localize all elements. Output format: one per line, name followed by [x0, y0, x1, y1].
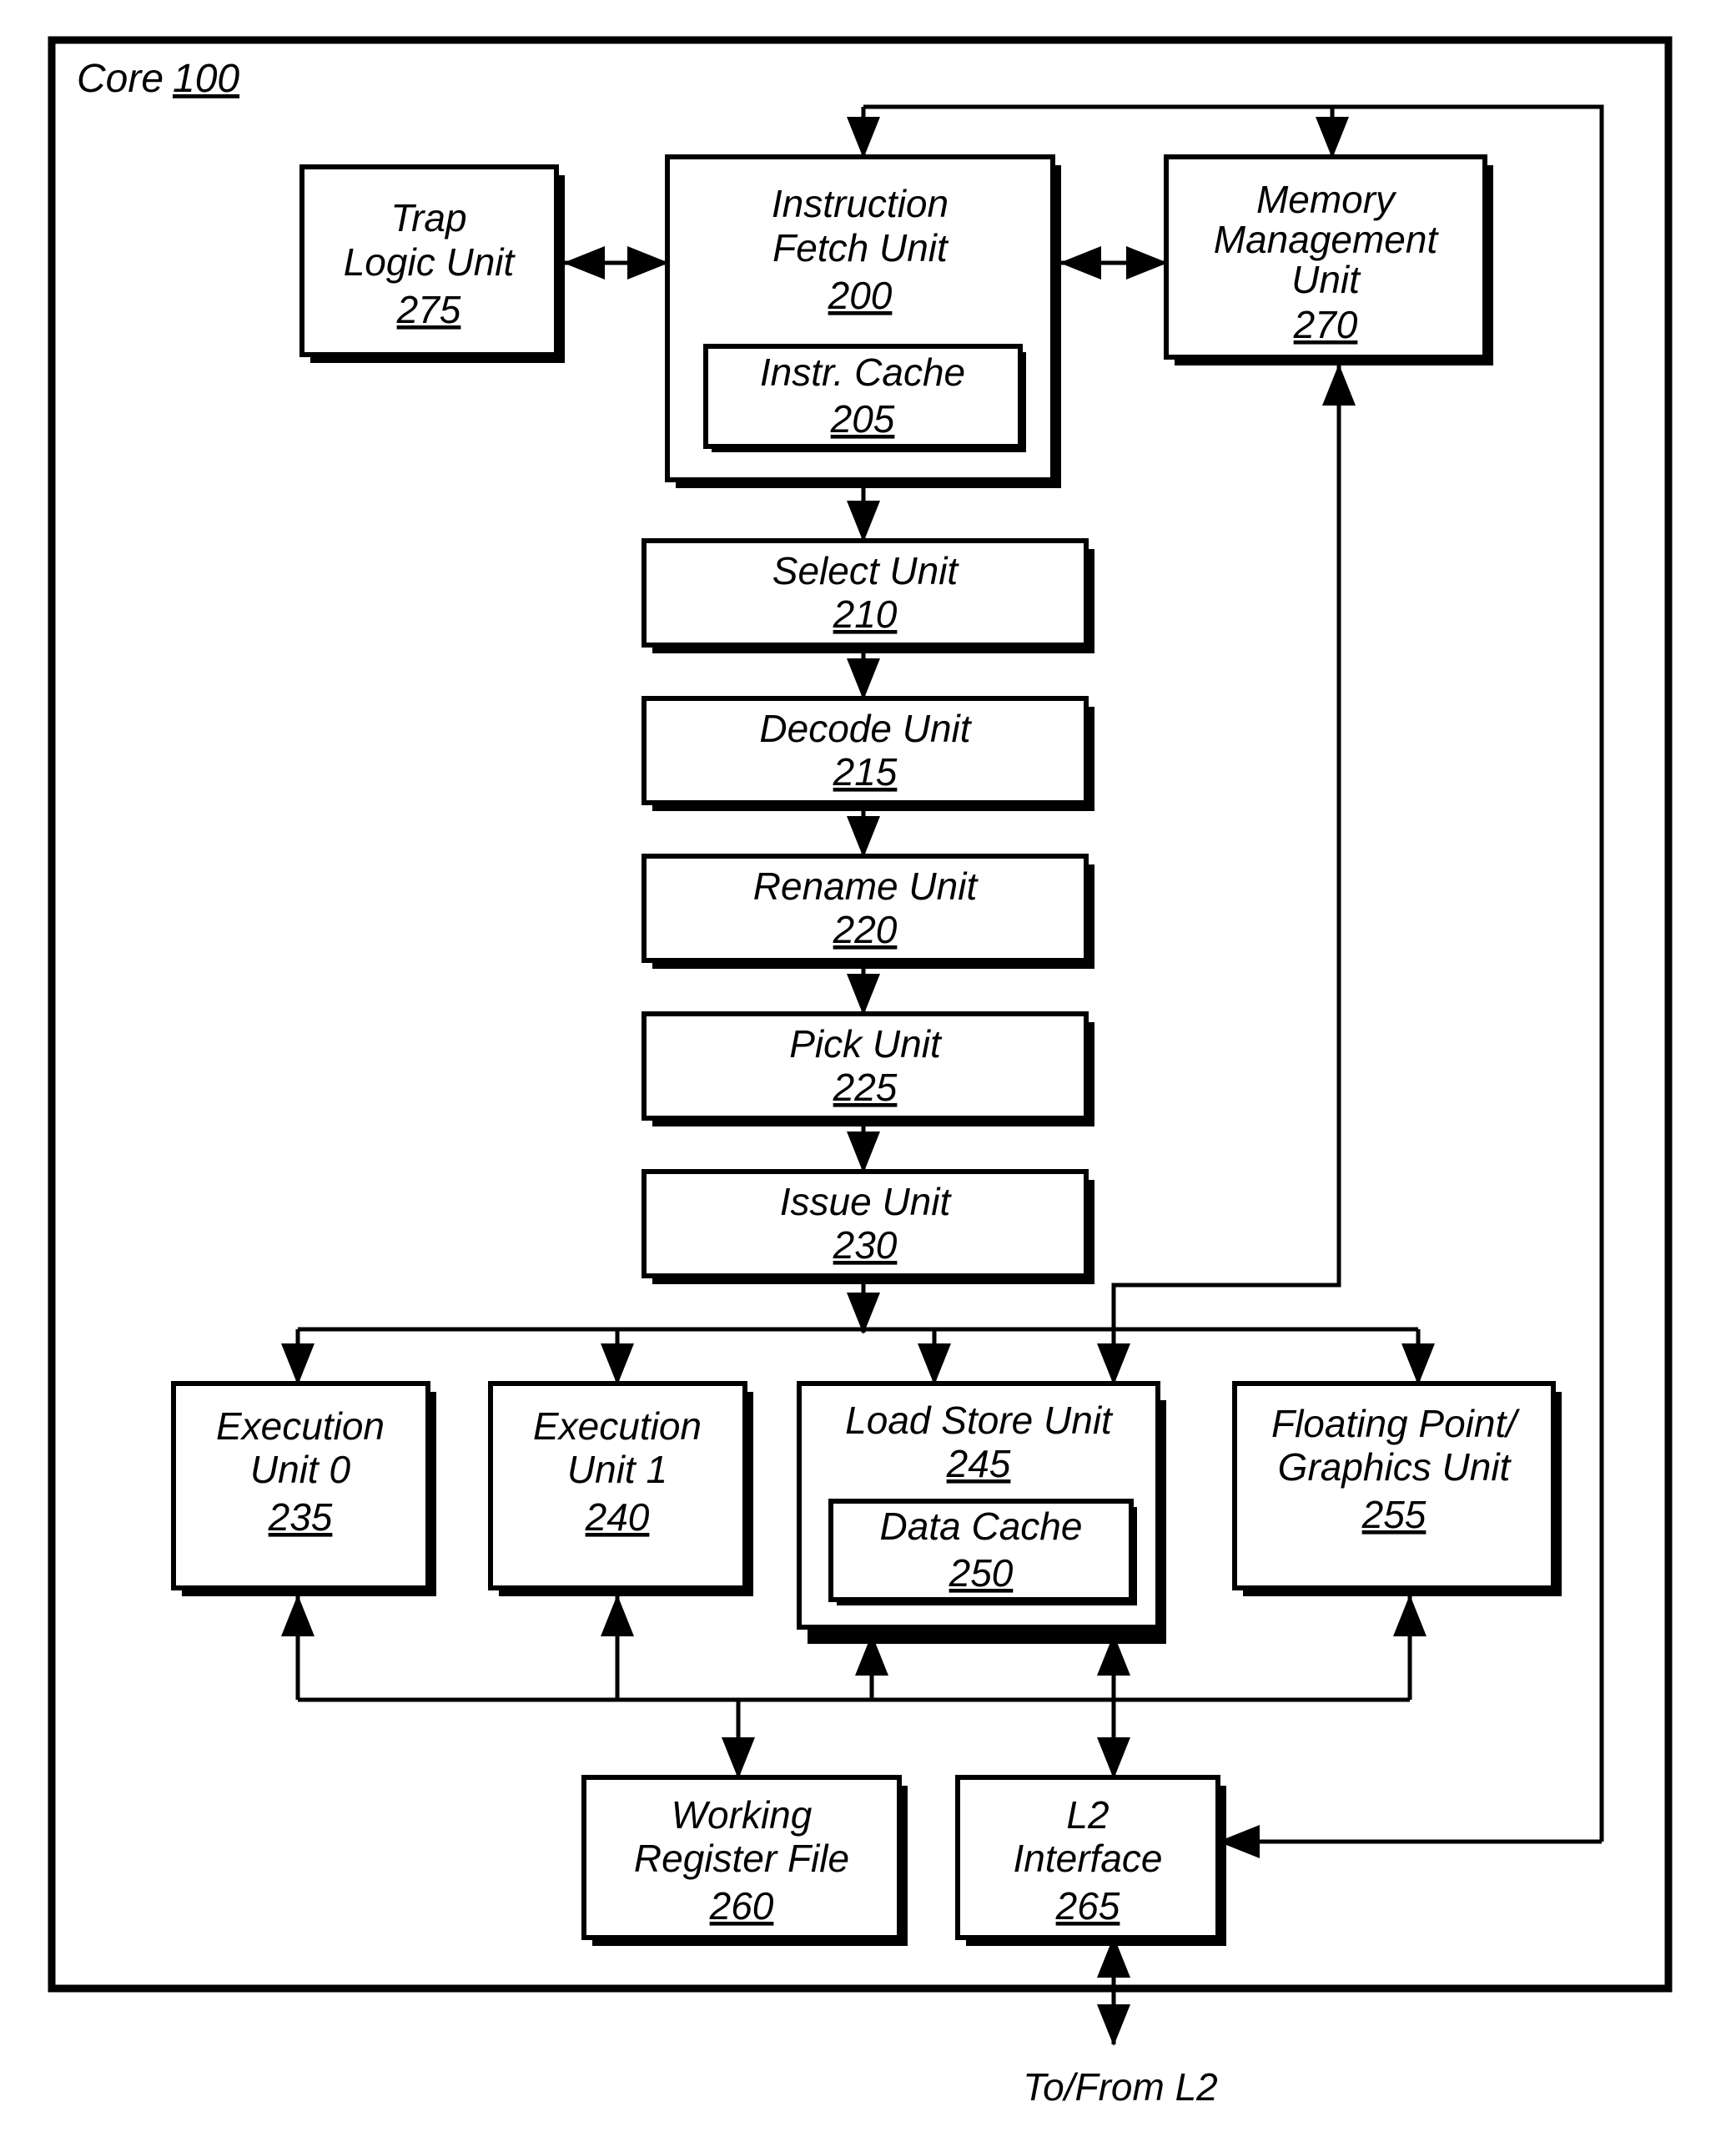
decode-unit-line-1: Decode Unit	[759, 707, 972, 750]
memory-management-unit-ref: 270	[1293, 303, 1358, 346]
instr-cache-line-1: Instr. Cache	[760, 350, 965, 394]
data-cache-line-1: Data Cache	[880, 1504, 1083, 1548]
block-load-store-unit[interactable]: Load Store Unit 245 Data Cache 250	[797, 1381, 1166, 1644]
block-l2-interface[interactable]: L2 Interface 265	[955, 1775, 1226, 1946]
connector-load-store-to-mmu	[1097, 364, 1356, 1386]
block-instr-cache[interactable]: Instr. Cache 205	[703, 344, 1026, 452]
core-title: Core 100	[77, 57, 239, 101]
floating-point-unit-ref: 255	[1361, 1493, 1427, 1536]
external-l2-label: To/From L2	[1023, 2065, 1218, 2109]
select-unit-ref: 210	[833, 592, 898, 636]
block-instruction-fetch-unit[interactable]: Instruction Fetch Unit 200 Instr. Cache …	[665, 154, 1061, 488]
memory-management-unit-line-1: Memory	[1256, 178, 1397, 221]
l2-interface-ref: 265	[1055, 1884, 1120, 1928]
trap-logic-unit-ref: 275	[396, 288, 461, 331]
decode-unit-ref: 215	[833, 750, 898, 794]
block-data-cache[interactable]: Data Cache 250	[828, 1499, 1137, 1605]
load-store-unit-ref: 245	[946, 1442, 1011, 1485]
block-rename-unit[interactable]: Rename Unit 220	[642, 854, 1094, 969]
memory-management-unit-line-3: Unit	[1291, 258, 1361, 301]
rename-unit-ref: 220	[833, 908, 898, 951]
block-select-unit[interactable]: Select Unit 210	[642, 538, 1094, 653]
block-execution-unit-1[interactable]: Execution Unit 1 240	[488, 1381, 753, 1596]
core-title-ref: 100	[173, 57, 239, 101]
l2-interface-line-2: Interface	[1014, 1837, 1163, 1880]
trap-logic-unit-line-1: Trap	[390, 196, 466, 239]
issue-unit-line-1: Issue Unit	[780, 1180, 953, 1223]
rename-unit-line-1: Rename Unit	[753, 864, 979, 908]
pick-unit-line-1: Pick Unit	[789, 1022, 943, 1066]
block-memory-management-unit[interactable]: Memory Management Unit 270	[1164, 154, 1493, 365]
block-floating-point-graphics-unit[interactable]: Floating Point/ Graphics Unit 255	[1232, 1381, 1562, 1596]
instr-cache-ref: 205	[830, 397, 895, 441]
block-trap-logic-unit[interactable]: Trap Logic Unit 275	[299, 164, 565, 363]
execution-unit-0-ref: 235	[268, 1495, 333, 1539]
data-cache-ref: 250	[949, 1551, 1014, 1595]
block-issue-unit[interactable]: Issue Unit 230	[642, 1169, 1094, 1284]
execution-unit-1-line-1: Execution	[533, 1404, 702, 1448]
block-working-register-file[interactable]: Working Register File 260	[581, 1775, 908, 1946]
execution-unit-1-ref: 240	[585, 1495, 650, 1539]
instruction-fetch-unit-ref: 200	[828, 274, 893, 317]
core-title-word: Core	[77, 57, 164, 101]
block-execution-unit-0[interactable]: Execution Unit 0 235	[171, 1381, 436, 1596]
working-register-file-line-2: Register File	[634, 1837, 849, 1880]
execution-unit-0-line-2: Unit 0	[250, 1448, 351, 1491]
floating-point-unit-line-1: Floating Point/	[1271, 1402, 1520, 1445]
instruction-fetch-unit-line-1: Instruction	[772, 182, 949, 225]
figure-canvas: Trap Logic Unit 275 Instruction Fetch Un…	[0, 0, 1736, 2132]
pick-unit-ref: 225	[833, 1066, 898, 1109]
core-block-diagram: Trap Logic Unit 275 Instruction Fetch Un…	[48, 36, 1673, 2109]
issue-unit-ref: 230	[833, 1223, 898, 1267]
memory-management-unit-line-2: Management	[1214, 218, 1440, 261]
trap-logic-unit-line-2: Logic Unit	[344, 240, 516, 284]
working-register-file-line-1: Working	[672, 1793, 813, 1837]
select-unit-line-1: Select Unit	[772, 549, 960, 592]
l2-interface-line-1: L2	[1066, 1793, 1109, 1837]
block-pick-unit[interactable]: Pick Unit 225	[642, 1011, 1094, 1126]
load-store-unit-line-1: Load Store Unit	[845, 1399, 1114, 1442]
execution-unit-0-line-1: Execution	[216, 1404, 385, 1448]
instruction-fetch-unit-line-2: Fetch Unit	[772, 226, 949, 270]
block-decode-unit[interactable]: Decode Unit 215	[642, 696, 1094, 811]
execution-unit-1-line-2: Unit 1	[567, 1448, 667, 1491]
floating-point-unit-line-2: Graphics Unit	[1278, 1445, 1512, 1489]
working-register-file-ref: 260	[709, 1884, 774, 1928]
